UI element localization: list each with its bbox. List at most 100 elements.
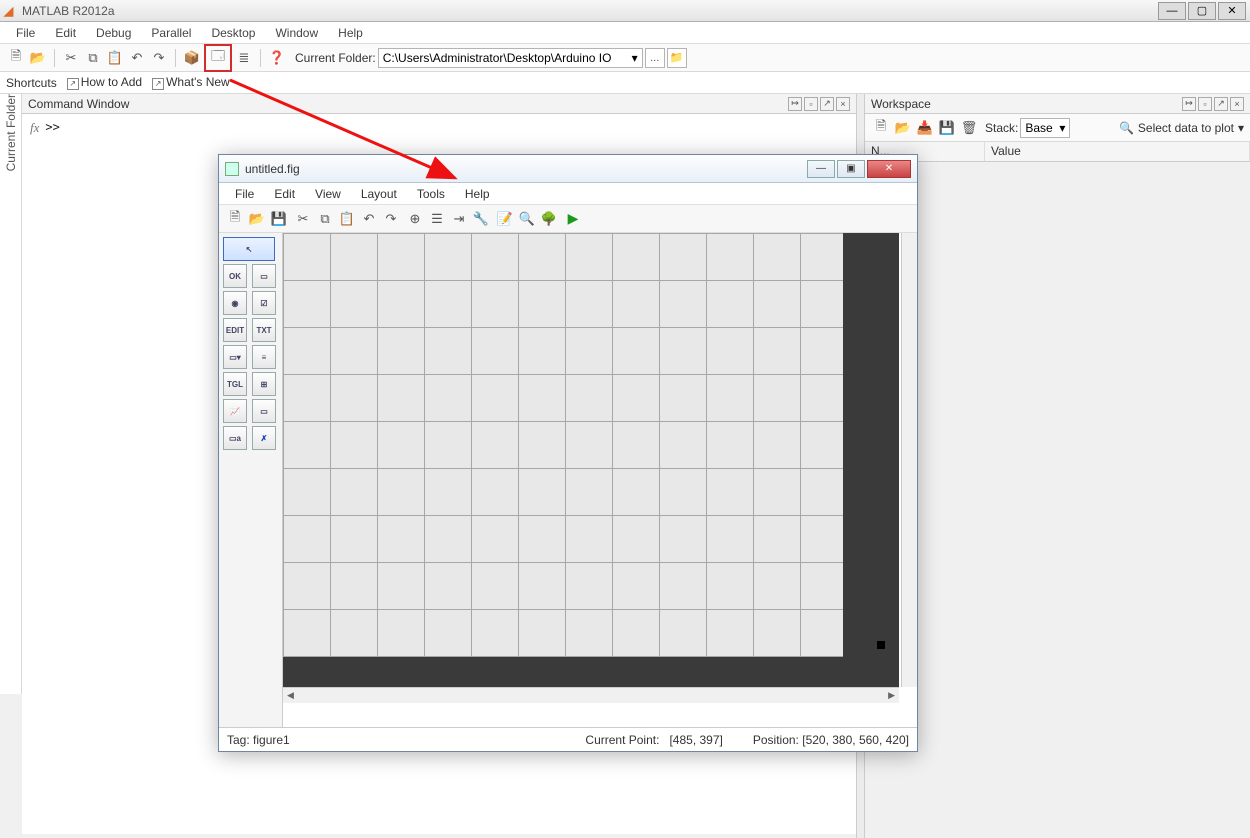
cut-icon[interactable]: ✂	[293, 209, 313, 229]
menu-help[interactable]: Help	[328, 24, 373, 42]
stack-combo[interactable]: Base ▾	[1020, 118, 1070, 138]
figure-resize-handle[interactable]	[877, 641, 885, 649]
redo-icon[interactable]: ↷	[381, 209, 401, 229]
open-fig-icon[interactable]: 📂	[247, 209, 267, 229]
panel-close-icon[interactable]: ×	[836, 97, 850, 111]
command-window-title: Command Window	[28, 97, 129, 111]
save-fig-icon[interactable]: 💾	[269, 209, 289, 229]
object-browser-icon[interactable]: 🌳	[539, 209, 559, 229]
help-icon[interactable]: ❓	[267, 48, 287, 68]
horizontal-scrollbar[interactable]: ◀▶	[283, 687, 899, 703]
guide-menu-tools[interactable]: Tools	[407, 185, 455, 203]
workspace-title: Workspace	[871, 97, 931, 111]
activex-tool[interactable]: ✗	[252, 426, 276, 450]
static-text-tool[interactable]: TXT	[252, 318, 276, 342]
select-data-to-plot[interactable]: 🔍 Select data to plot ▾	[1119, 121, 1244, 135]
panel-dock-icon[interactable]: ↦	[788, 97, 802, 111]
menu-file[interactable]: File	[6, 24, 45, 42]
radio-button-tool[interactable]: ◉	[223, 291, 247, 315]
menu-window[interactable]: Window	[265, 24, 328, 42]
current-folder-combo[interactable]: C:\Users\Administrator\Desktop\Arduino I…	[378, 48, 643, 68]
open-file-icon[interactable]: 📂	[28, 48, 48, 68]
guide-icon[interactable]: 🗔	[204, 44, 232, 72]
panel-tool[interactable]: ▭	[252, 399, 276, 423]
status-cp-label: Current Point:	[585, 733, 659, 747]
push-button-tool[interactable]: OK	[223, 264, 247, 288]
current-folder-label: Current Folder:	[295, 51, 376, 65]
editor-icon[interactable]: 📝	[495, 209, 515, 229]
guide-menu-file[interactable]: File	[225, 185, 264, 203]
panel-close-icon[interactable]: ×	[1230, 97, 1244, 111]
os-maximize-button[interactable]: ▢	[1188, 2, 1216, 20]
copy-icon[interactable]: ⧉	[315, 209, 335, 229]
os-close-button[interactable]: ✕	[1218, 2, 1246, 20]
panel-min-icon[interactable]: ▫	[804, 97, 818, 111]
edit-text-tool[interactable]: EDIT	[223, 318, 247, 342]
undo-icon[interactable]: ↶	[127, 48, 147, 68]
panel-min-icon[interactable]: ▫	[1198, 97, 1212, 111]
redo-icon[interactable]: ↷	[149, 48, 169, 68]
profiler-icon[interactable]: ≣	[234, 48, 254, 68]
matlab-logo-icon: ◢	[4, 3, 16, 19]
menu-editor-icon[interactable]: ☰	[427, 209, 447, 229]
parent-folder-button[interactable]: 📁	[667, 48, 687, 68]
guide-maximize-button[interactable]: ▣	[837, 160, 865, 178]
guide-titlebar[interactable]: untitled.fig — ▣ ✕	[219, 155, 917, 183]
shortcut-how-to-add[interactable]: ↗How to Add	[67, 75, 142, 90]
guide-menu-edit[interactable]: Edit	[264, 185, 305, 203]
panel-max-icon[interactable]: ↗	[820, 97, 834, 111]
workspace-table-header: N... Value	[865, 142, 1250, 162]
align-icon[interactable]: ⊕	[405, 209, 425, 229]
tab-order-icon[interactable]: ⇥	[449, 209, 469, 229]
guide-menu-layout[interactable]: Layout	[351, 185, 407, 203]
shortcut-whats-new[interactable]: ↗What's New	[152, 75, 230, 90]
delete-var-icon[interactable]: 🗑	[959, 118, 979, 138]
stack-label: Stack:	[985, 121, 1018, 135]
select-tool[interactable]: ↖	[223, 237, 275, 261]
fx-icon[interactable]: fx	[30, 120, 39, 136]
window-title: MATLAB R2012a	[22, 4, 115, 18]
menu-debug[interactable]: Debug	[86, 24, 141, 42]
table-tool[interactable]: ⊞	[252, 372, 276, 396]
slider-tool[interactable]: ▭	[252, 264, 276, 288]
guide-minimize-button[interactable]: —	[807, 160, 835, 178]
axes-tool[interactable]: 📈	[223, 399, 247, 423]
guide-toolbar: 🗎 📂 💾 ✂ ⧉ 📋 ↶ ↷ ⊕ ☰ ⇥ 🔧 📝 🔍 🌳 ▶	[219, 205, 917, 233]
cut-icon[interactable]: ✂	[61, 48, 81, 68]
menu-desktop[interactable]: Desktop	[201, 24, 265, 42]
undo-icon[interactable]: ↶	[359, 209, 379, 229]
new-script-icon[interactable]: 🗎	[6, 48, 26, 68]
checkbox-tool[interactable]: ☑	[252, 291, 276, 315]
button-group-tool[interactable]: ▭a	[223, 426, 247, 450]
property-inspector-icon[interactable]: 🔍	[517, 209, 537, 229]
col-value[interactable]: Value	[985, 142, 1250, 161]
menu-parallel[interactable]: Parallel	[141, 24, 201, 42]
menu-edit[interactable]: Edit	[45, 24, 86, 42]
figure-layout-grid[interactable]	[283, 233, 843, 657]
guide-menu-view[interactable]: View	[305, 185, 351, 203]
current-folder-rail[interactable]: Current Folder	[0, 94, 22, 694]
import-icon[interactable]: 📥	[915, 118, 935, 138]
guide-menu-help[interactable]: Help	[455, 185, 500, 203]
simulink-icon[interactable]: 📦	[182, 48, 202, 68]
paste-icon[interactable]: 📋	[337, 209, 357, 229]
open-var-icon[interactable]: 📂	[893, 118, 913, 138]
paste-icon[interactable]: 📋	[105, 48, 125, 68]
listbox-tool[interactable]: ≡	[252, 345, 276, 369]
chevron-down-icon: ▾	[632, 51, 638, 65]
copy-icon[interactable]: ⧉	[83, 48, 103, 68]
toolbar-editor-icon[interactable]: 🔧	[471, 209, 491, 229]
save-ws-icon[interactable]: 💾	[937, 118, 957, 138]
new-var-icon[interactable]: 🗎	[871, 118, 891, 138]
popup-menu-tool[interactable]: ▭▾	[223, 345, 247, 369]
os-minimize-button[interactable]: —	[1158, 2, 1186, 20]
panel-dock-icon[interactable]: ↦	[1182, 97, 1196, 111]
run-figure-button[interactable]: ▶	[563, 209, 583, 229]
guide-close-button[interactable]: ✕	[867, 160, 911, 178]
new-fig-icon[interactable]: 🗎	[225, 209, 245, 229]
guide-window-icon	[225, 162, 239, 176]
panel-max-icon[interactable]: ↗	[1214, 97, 1228, 111]
toggle-button-tool[interactable]: TGL	[223, 372, 247, 396]
vertical-scrollbar[interactable]	[901, 233, 917, 687]
browse-folder-button[interactable]: ...	[645, 48, 665, 68]
